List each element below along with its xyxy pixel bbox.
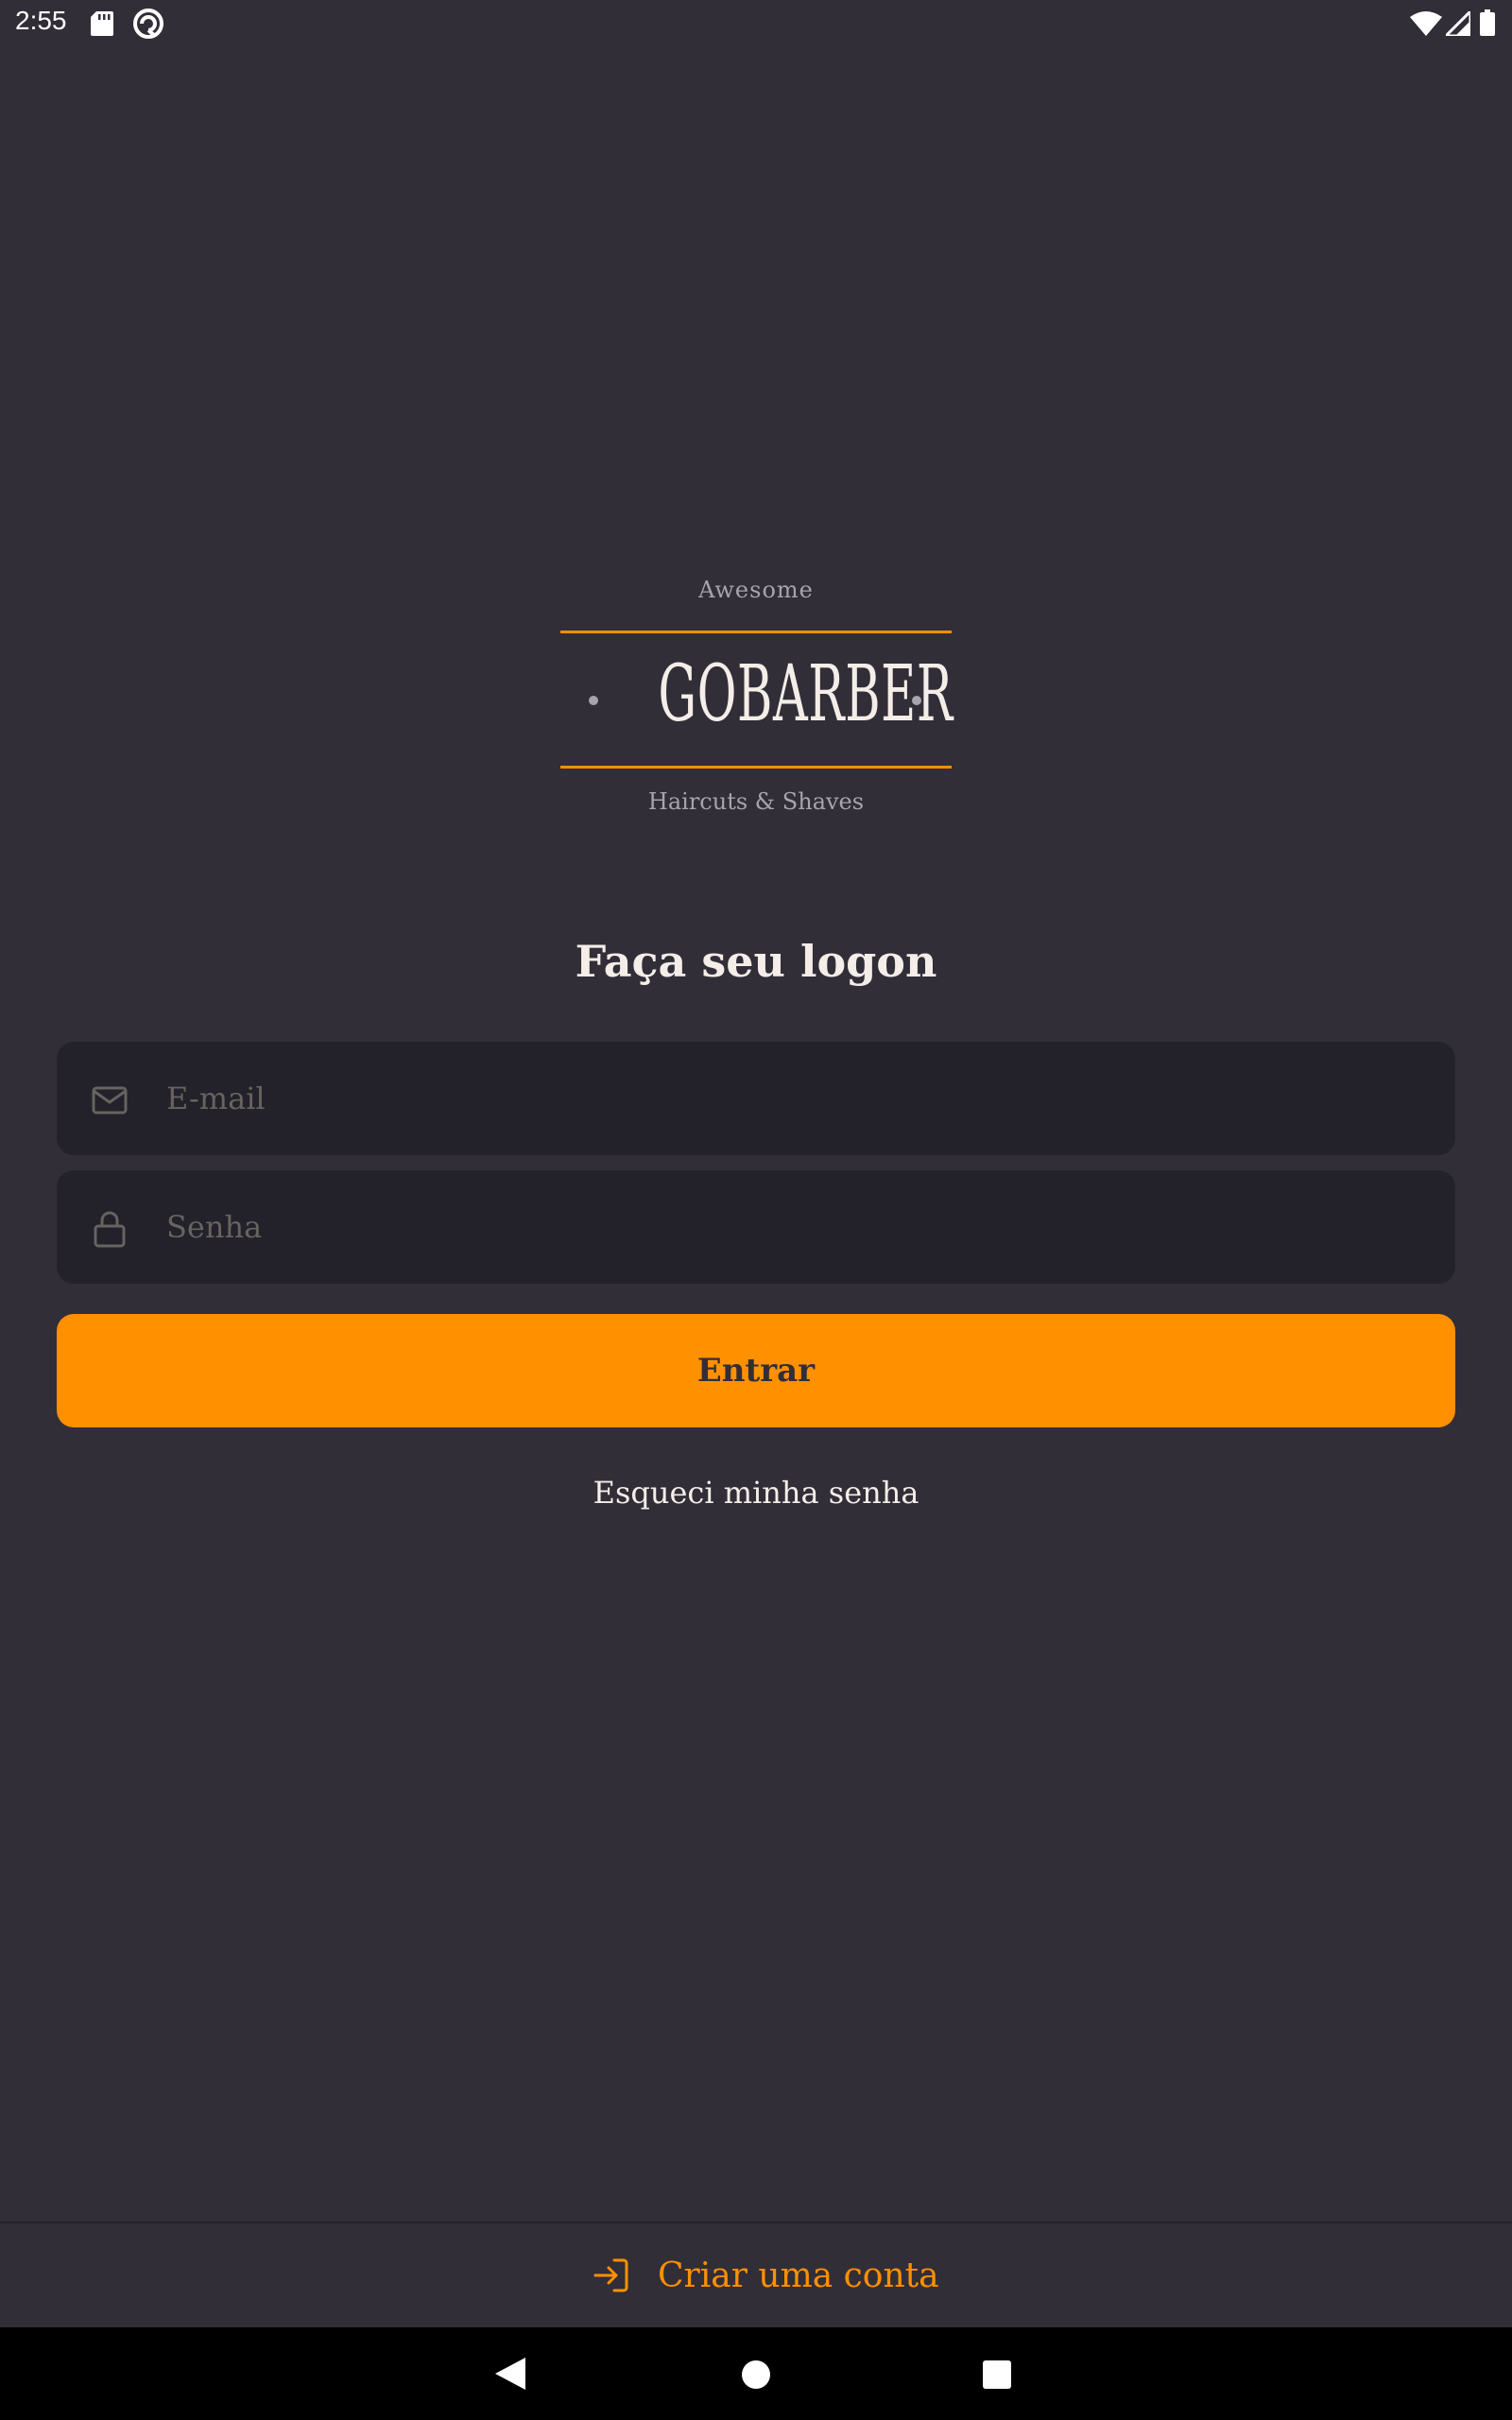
signal-icon bbox=[1446, 11, 1470, 36]
forgot-password-link[interactable]: Esqueci minha senha bbox=[0, 1475, 1512, 1511]
password-field[interactable]: Senha bbox=[57, 1170, 1455, 1284]
app-logo: Awesome GOBARBER Haircuts & Shaves bbox=[560, 577, 954, 822]
battery-icon bbox=[1480, 9, 1495, 36]
status-time: 2:55 bbox=[15, 6, 67, 35]
wifi-icon bbox=[1410, 11, 1442, 36]
log-in-icon bbox=[593, 2258, 628, 2292]
system-nav-bar bbox=[0, 2327, 1512, 2420]
email-placeholder: E-mail bbox=[166, 1080, 266, 1116]
logo-name: GOBARBER bbox=[658, 649, 954, 739]
status-bar: 2:55 bbox=[0, 0, 1512, 47]
back-icon[interactable] bbox=[495, 2358, 525, 2390]
footer: Criar uma conta bbox=[0, 2221, 1512, 2327]
logo-top-text: Awesome bbox=[698, 577, 814, 603]
logo-divider-top bbox=[560, 631, 952, 633]
home-icon[interactable] bbox=[742, 2360, 770, 2389]
sd-card-icon bbox=[91, 11, 113, 36]
logo-dot-right bbox=[912, 696, 921, 705]
lock-icon bbox=[94, 1211, 126, 1248]
logo-tagline: Haircuts & Shaves bbox=[647, 788, 865, 815]
email-field[interactable]: E-mail bbox=[57, 1042, 1455, 1155]
password-placeholder: Senha bbox=[166, 1209, 263, 1245]
mail-icon bbox=[92, 1086, 128, 1115]
login-button[interactable]: Entrar bbox=[57, 1314, 1455, 1427]
logo-dot-left bbox=[589, 696, 598, 705]
sync-icon bbox=[133, 9, 163, 39]
create-account-link[interactable]: Criar uma conta bbox=[592, 2223, 939, 2327]
recents-icon[interactable] bbox=[983, 2360, 1011, 2389]
create-account-label: Criar uma conta bbox=[658, 2256, 939, 2295]
logo-divider-bottom bbox=[560, 766, 952, 769]
page-title: Faça seu logon bbox=[575, 936, 937, 987]
